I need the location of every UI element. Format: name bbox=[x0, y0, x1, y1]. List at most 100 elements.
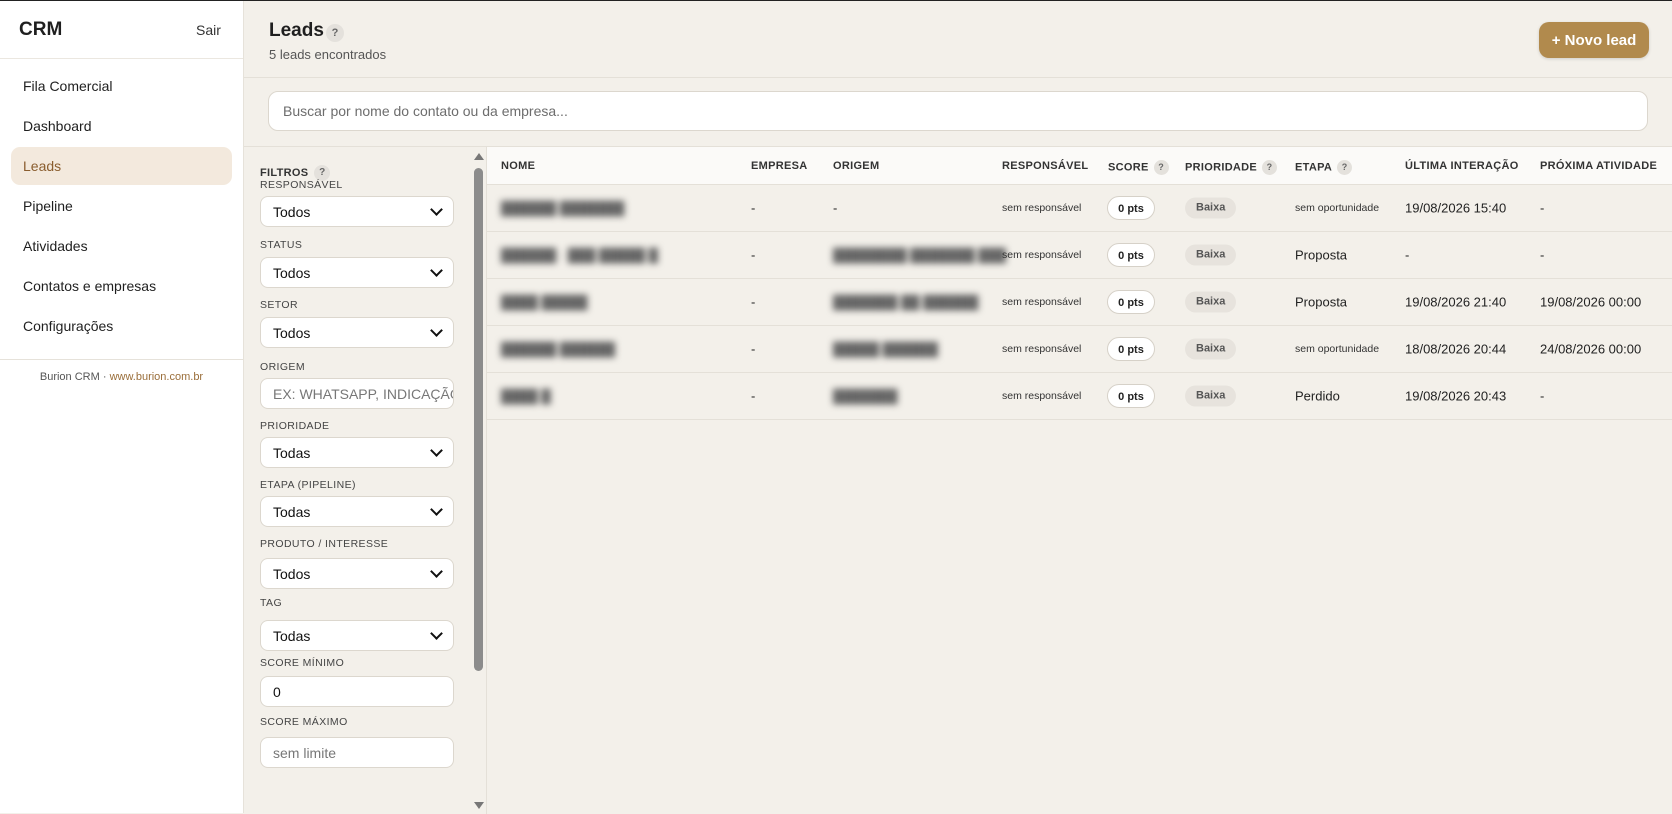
help-icon[interactable]: ? bbox=[1262, 160, 1278, 175]
table-row[interactable]: ████ █████ - ███████ ██ ██████ sem respo… bbox=[487, 279, 1672, 326]
filter-label-prioridade: PRIORIDADE bbox=[260, 420, 330, 432]
cell-nome[interactable]: ██████ · ███ █████ █ bbox=[501, 248, 658, 263]
scrollbar-thumb[interactable] bbox=[474, 168, 483, 671]
cell-nome[interactable]: ██████ ███████ bbox=[501, 201, 624, 216]
filters-title-label: FILTROS bbox=[260, 166, 309, 179]
select-value: Todos bbox=[273, 324, 311, 341]
column-header-ultima-interacao[interactable]: ÚLTIMA INTERAÇÃO bbox=[1405, 160, 1519, 172]
sidebar-item-configuracoes[interactable]: Configurações bbox=[11, 307, 232, 345]
scroll-down-arrow-icon[interactable] bbox=[474, 802, 484, 809]
cell-responsavel: sem responsável bbox=[1002, 343, 1082, 355]
column-header-responsavel[interactable]: RESPONSÁVEL bbox=[1002, 160, 1088, 172]
cell-prioridade: Baixa bbox=[1185, 197, 1237, 219]
chevron-down-icon bbox=[430, 264, 443, 277]
score-badge: 0 pts bbox=[1107, 384, 1155, 408]
select-value: Todas bbox=[273, 627, 311, 644]
cell-proxima-atividade: - bbox=[1540, 200, 1545, 216]
cell-score: 0 pts bbox=[1107, 196, 1155, 220]
help-icon[interactable]: ? bbox=[326, 24, 344, 42]
column-header-prioridade[interactable]: PRIORIDADE? bbox=[1185, 160, 1278, 175]
select-value: Todas bbox=[273, 444, 311, 461]
cell-empresa: - bbox=[751, 388, 756, 404]
cell-responsavel: sem responsável bbox=[1002, 202, 1082, 214]
help-icon[interactable]: ? bbox=[1153, 160, 1169, 175]
cell-responsavel: sem responsável bbox=[1002, 296, 1082, 308]
filter-label-tag: TAG bbox=[260, 597, 283, 609]
column-header-prioridade-label: PRIORIDADE bbox=[1185, 161, 1258, 174]
cell-etapa: Proposta bbox=[1295, 247, 1348, 263]
column-header-empresa[interactable]: EMPRESA bbox=[751, 160, 808, 172]
select-value: Todas bbox=[273, 503, 311, 520]
sidebar-item-atividades[interactable]: Atividades bbox=[11, 227, 232, 265]
status-select[interactable]: Todos bbox=[260, 257, 454, 288]
cell-nome[interactable]: ████ █ bbox=[501, 389, 551, 404]
filter-label-responsavel: RESPONSÁVEL bbox=[260, 179, 343, 191]
score-badge: 0 pts bbox=[1107, 196, 1155, 220]
sidebar-item-fila-comercial[interactable]: Fila Comercial bbox=[11, 67, 232, 105]
cell-empresa: - bbox=[751, 341, 756, 357]
cell-ultima-interacao: 19/08/2026 21:40 bbox=[1405, 294, 1507, 310]
search-input[interactable] bbox=[268, 91, 1648, 131]
cell-score: 0 pts bbox=[1107, 384, 1155, 408]
chevron-down-icon bbox=[430, 565, 443, 578]
column-header-score-label: SCORE bbox=[1108, 161, 1149, 174]
sidebar-nav: Fila Comercial Dashboard Leads Pipeline … bbox=[0, 59, 243, 345]
sidebar-item-leads[interactable]: Leads bbox=[11, 147, 232, 185]
sidebar-item-pipeline[interactable]: Pipeline bbox=[11, 187, 232, 225]
help-icon[interactable]: ? bbox=[1337, 160, 1353, 175]
etapa-select[interactable]: Todas bbox=[260, 496, 454, 527]
table-row[interactable]: ██████ · ███ █████ █ - ████████ ███████ … bbox=[487, 232, 1672, 279]
score-minimo-input[interactable]: 0 bbox=[260, 676, 454, 707]
column-header-etapa[interactable]: ETAPA? bbox=[1295, 160, 1353, 175]
score-badge: 0 pts bbox=[1107, 290, 1155, 314]
chevron-down-icon bbox=[430, 503, 443, 516]
new-lead-button[interactable]: + Novo lead bbox=[1539, 22, 1649, 58]
cell-score: 0 pts bbox=[1107, 243, 1155, 267]
priority-badge: Baixa bbox=[1185, 385, 1237, 407]
table-header: NOME EMPRESA ORIGEM RESPONSÁVEL SCORE? P… bbox=[487, 147, 1672, 185]
sidebar-divider bbox=[0, 359, 243, 360]
setor-select[interactable]: Todos bbox=[260, 317, 454, 348]
filter-label-score-minimo: SCORE MÍNIMO bbox=[260, 657, 345, 669]
footer-link[interactable]: www.burion.com.br bbox=[110, 371, 204, 383]
column-header-nome[interactable]: NOME bbox=[501, 160, 535, 172]
column-header-proxima-atividade[interactable]: PRÓXIMA ATIVIDADE bbox=[1540, 160, 1657, 172]
cell-ultima-interacao: 19/08/2026 15:40 bbox=[1405, 200, 1507, 216]
filter-label-score-maximo: SCORE MÁXIMO bbox=[260, 716, 348, 728]
filters-panel: FILTROS? RESPONSÁVEL Todos STATUS Todos … bbox=[244, 146, 487, 814]
cell-origem: - bbox=[833, 200, 838, 216]
cell-ultima-interacao: 18/08/2026 20:44 bbox=[1405, 341, 1507, 357]
produto-select[interactable]: Todos bbox=[260, 558, 454, 589]
select-value: Todos bbox=[273, 203, 311, 220]
priority-badge: Baixa bbox=[1185, 338, 1237, 360]
cell-empresa: - bbox=[751, 200, 756, 216]
table-row[interactable]: ██████ ██████ - █████ ██████ sem respons… bbox=[487, 326, 1672, 373]
page-header: Leads ? 5 leads encontrados + Novo lead bbox=[244, 1, 1672, 78]
filter-label-status: STATUS bbox=[260, 239, 303, 251]
responsavel-select[interactable]: Todos bbox=[260, 196, 454, 227]
priority-badge: Baixa bbox=[1185, 291, 1237, 313]
column-header-score[interactable]: SCORE? bbox=[1108, 160, 1169, 175]
tag-select[interactable]: Todas bbox=[260, 620, 454, 651]
cell-nome[interactable]: ██████ ██████ bbox=[501, 342, 615, 357]
cell-etapa: sem oportunidade bbox=[1295, 343, 1380, 355]
sidebar-item-dashboard[interactable]: Dashboard bbox=[11, 107, 232, 145]
scroll-up-arrow-icon[interactable] bbox=[474, 153, 484, 160]
origem-input[interactable]: EX: WHATSAPP, INDICAÇÃO bbox=[260, 378, 454, 409]
table-row[interactable]: ██████ ███████ - - sem responsável 0 pts… bbox=[487, 185, 1672, 232]
score-maximo-input[interactable]: sem limite bbox=[260, 737, 454, 768]
cell-empresa: - bbox=[751, 294, 756, 310]
priority-badge: Baixa bbox=[1185, 197, 1237, 219]
filter-label-origem: ORIGEM bbox=[260, 361, 305, 373]
column-header-etapa-label: ETAPA bbox=[1295, 161, 1333, 174]
chevron-down-icon bbox=[430, 627, 443, 640]
sidebar-item-contatos-empresas[interactable]: Contatos e empresas bbox=[11, 267, 232, 305]
column-header-origem[interactable]: ORIGEM bbox=[833, 160, 879, 172]
table-row[interactable]: ████ █ - ███████ sem responsável 0 pts B… bbox=[487, 373, 1672, 420]
filters-scrollbar[interactable] bbox=[471, 147, 485, 814]
logout-link[interactable]: Sair bbox=[196, 22, 221, 38]
cell-etapa: Proposta bbox=[1295, 294, 1348, 310]
prioridade-select[interactable]: Todas bbox=[260, 437, 454, 468]
cell-proxima-atividade: - bbox=[1540, 247, 1545, 263]
cell-nome[interactable]: ████ █████ bbox=[501, 295, 588, 310]
